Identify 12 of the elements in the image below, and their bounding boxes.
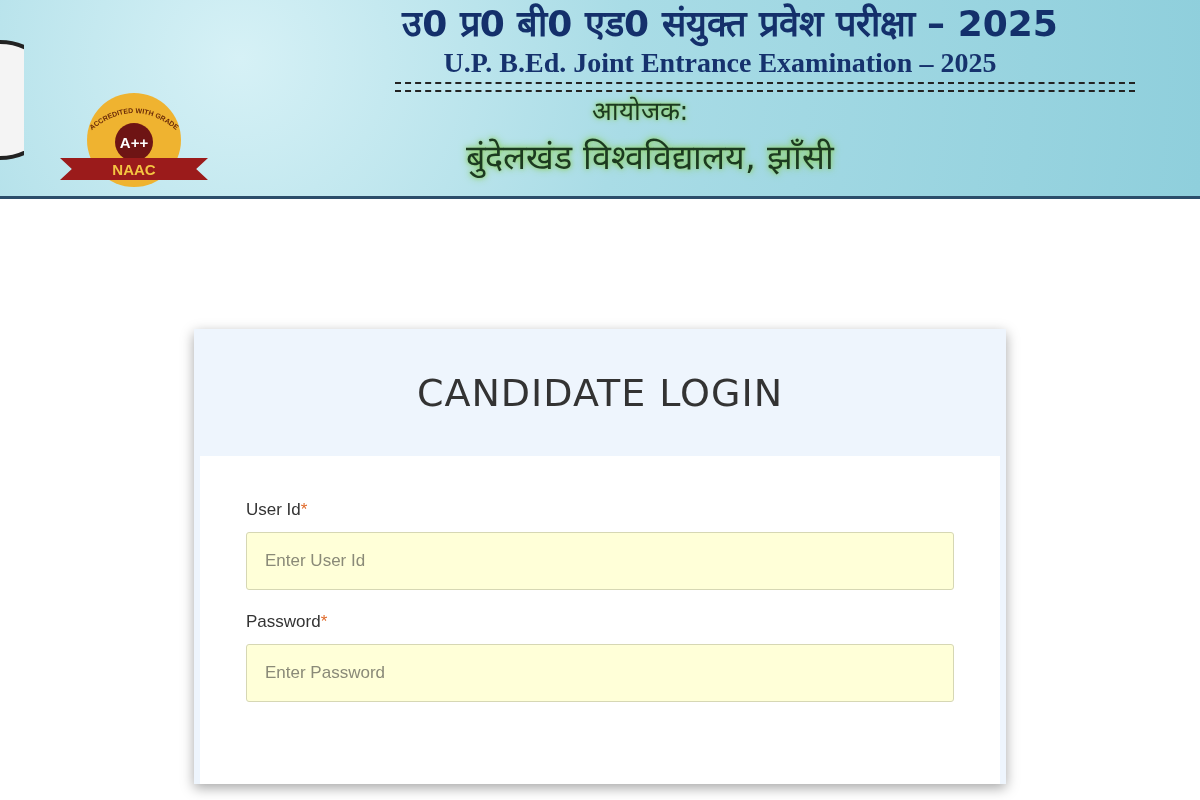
field-label: Password* xyxy=(246,612,329,632)
required-mark: * xyxy=(300,500,308,519)
field-label: User Id* xyxy=(246,500,309,520)
input-field[interactable]: Enter User Id xyxy=(246,532,954,590)
banner-subtitle: U.P. B.Ed. Joint Entrance Examination – 2025 xyxy=(443,48,997,78)
required-mark: * xyxy=(320,612,328,631)
organizer-name: बुंदेलखंड विश्वविद्यालय, झाँसी xyxy=(466,136,834,180)
naac-ribbon: NAAC xyxy=(60,158,208,180)
input-field[interactable]: Enter Password xyxy=(246,644,954,702)
login-title: CANDIDATE LOGIN xyxy=(416,370,784,415)
banner-title: उ0 प्र0 बी0 एड0 संयुक्त प्रवेश परीक्षा – 2025 xyxy=(402,0,1058,48)
organizer-label: आयोजक: xyxy=(591,95,689,128)
